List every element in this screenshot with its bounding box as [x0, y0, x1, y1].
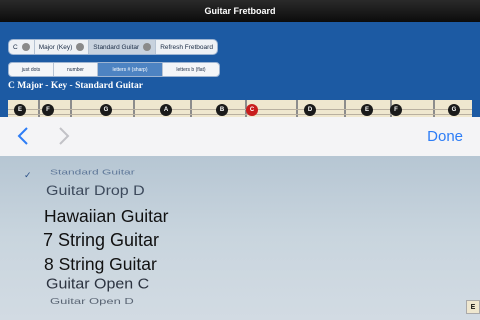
scale-selector[interactable]: Major (Key) — [35, 40, 90, 54]
note-marker-d[interactable]: D — [304, 104, 316, 116]
note-marker-e[interactable]: E — [14, 104, 26, 116]
picker-option[interactable]: Hawaiian Guitar — [44, 206, 169, 227]
forward-arrow-icon[interactable] — [54, 125, 74, 147]
note-marker-g[interactable]: G — [100, 104, 112, 116]
refresh-label: Refresh Fretboard — [160, 43, 213, 51]
scale-toggle-icon — [76, 43, 85, 51]
fretboard-title: C Major - Key - Standard Guitar — [8, 81, 143, 91]
tuning-toggle-icon — [143, 43, 152, 51]
fretboard: EFGABCDEFG — [8, 100, 472, 118]
note-marker-c[interactable]: C — [246, 104, 258, 116]
app-title: Guitar Fretboard — [204, 6, 276, 16]
selected-check-icon: ✓ — [24, 170, 32, 180]
guitar-string — [8, 109, 472, 110]
tuning-selector[interactable]: Standard Guitar — [89, 40, 157, 54]
note-marker-f[interactable]: F — [42, 104, 54, 116]
segment-just-dots[interactable]: just dots — [9, 63, 54, 76]
tuning-picker[interactable]: Standard Guitar Guitar Drop D Hawaiian G… — [0, 156, 480, 320]
picker-option[interactable]: Guitar Open C — [46, 277, 149, 293]
scale-label: Major (Key) — [38, 43, 73, 51]
picker-option[interactable]: Guitar Drop D — [46, 184, 145, 199]
guitar-string — [8, 114, 472, 115]
refresh-fretboard-button[interactable]: Refresh Fretboard — [156, 40, 217, 54]
note-marker-a[interactable]: A — [160, 104, 172, 116]
note-marker-b[interactable]: B — [216, 104, 228, 116]
tuning-label: Standard Guitar — [93, 43, 140, 51]
back-arrow-icon[interactable] — [14, 125, 34, 147]
segment-letters-flat[interactable]: letters b (flat) — [163, 63, 219, 76]
corner-note-badge: E — [466, 300, 480, 314]
picker-option[interactable]: Standard Guitar — [50, 168, 135, 176]
note-marker-f[interactable]: F — [390, 104, 402, 116]
done-button[interactable]: Done — [427, 128, 463, 145]
note-marker-g[interactable]: G — [448, 104, 460, 116]
segment-number[interactable]: number — [54, 63, 98, 76]
title-bar: Guitar Fretboard — [0, 0, 480, 22]
picker-option[interactable]: Guitar Open D — [50, 296, 134, 306]
segment-letters-sharp[interactable]: letters # (sharp) — [98, 63, 163, 76]
key-label: C — [13, 43, 18, 51]
settings-bar: C Major (Key) Standard Guitar Refresh Fr… — [8, 39, 218, 55]
picker-toolbar: Done — [0, 117, 480, 157]
display-mode-segmented-control: just dots number letters # (sharp) lette… — [8, 62, 220, 77]
picker-option[interactable]: 7 String Guitar — [43, 230, 159, 251]
key-toggle-icon — [21, 43, 30, 51]
note-marker-e[interactable]: E — [361, 104, 373, 116]
picker-option[interactable]: 8 String Guitar — [44, 254, 157, 275]
key-selector[interactable]: C — [9, 40, 35, 54]
